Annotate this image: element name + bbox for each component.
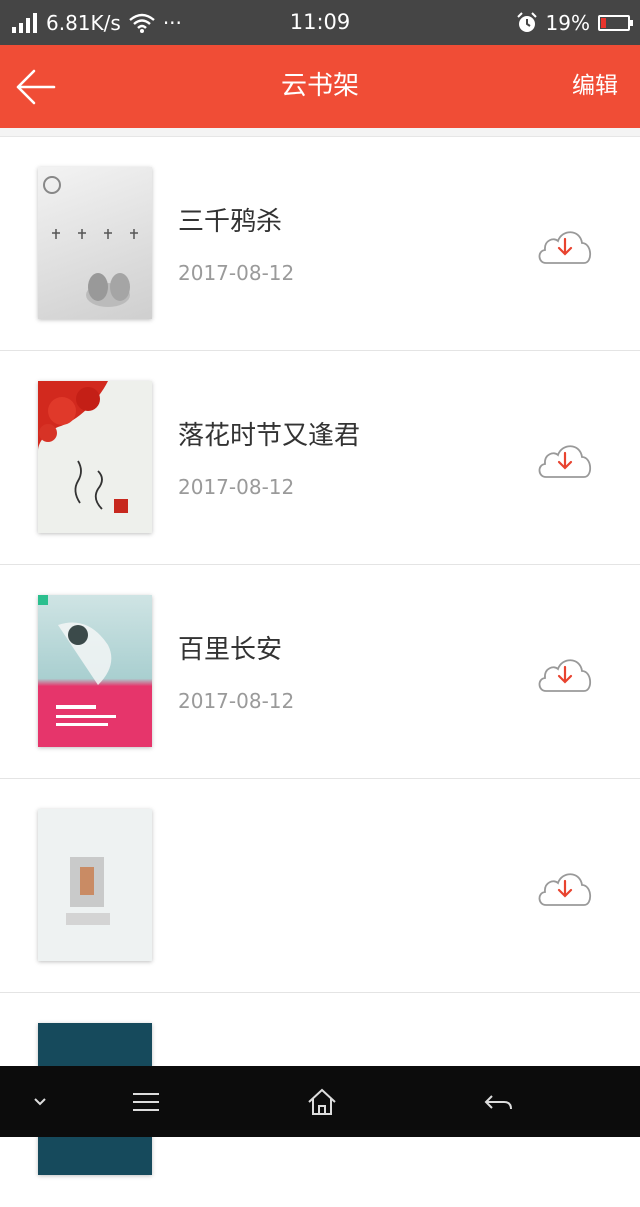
arrow-left-icon [16, 69, 56, 105]
list-item[interactable]: 百里长安 2017-08-12 [0, 565, 640, 779]
back-icon [484, 1095, 512, 1110]
page-title: 云书架 [280, 71, 359, 101]
cloud-download-icon [538, 659, 592, 692]
book-title: 百里长安 [178, 635, 283, 665]
app-header: 云书架 编辑 [0, 45, 640, 128]
cloud-download-button[interactable] [536, 651, 594, 693]
book-cover [38, 595, 152, 747]
back-button[interactable] [14, 67, 58, 107]
hide-nav-button[interactable] [30, 1084, 50, 1120]
status-bar: 6.81K/s ··· 11:09 19% [0, 0, 640, 45]
chevron-down-icon [34, 1098, 46, 1106]
book-list: 三千鸦杀 2017-08-12 落花时节又逢君 2017-08-12 百里长安 … [0, 137, 640, 1207]
list-item[interactable]: 落花时节又逢君 2017-08-12 [0, 351, 640, 565]
home-icon [308, 1088, 336, 1115]
status-right: 19% [508, 0, 633, 45]
cloud-download-button[interactable] [536, 223, 594, 265]
alarm-icon [516, 11, 537, 32]
book-date: 2017-08-12 [178, 475, 295, 499]
book-title: 三千鸦杀 [178, 207, 283, 237]
edit-button[interactable]: 编辑 [572, 45, 618, 128]
cloud-download-button[interactable] [536, 437, 594, 479]
list-item[interactable] [0, 779, 640, 993]
navigation-bar [0, 1066, 640, 1137]
cloud-download-icon [538, 445, 592, 478]
back-nav-button[interactable] [482, 1084, 514, 1120]
book-cover [38, 381, 152, 533]
menu-icon [133, 1093, 159, 1111]
book-date: 2017-08-12 [178, 261, 295, 285]
battery-icon [598, 14, 633, 31]
divider [0, 128, 640, 137]
book-title: 落花时节又逢君 [178, 421, 361, 451]
book-cover [38, 167, 152, 319]
list-item[interactable]: 三千鸦杀 2017-08-12 [0, 137, 640, 351]
cloud-download-icon [538, 873, 592, 906]
home-button[interactable] [306, 1084, 338, 1120]
book-cover [38, 809, 152, 961]
battery-percent: 19% [545, 10, 590, 35]
cloud-download-button[interactable] [536, 865, 594, 907]
menu-button[interactable] [130, 1084, 162, 1120]
cloud-download-icon [538, 231, 592, 264]
book-date: 2017-08-12 [178, 689, 295, 713]
